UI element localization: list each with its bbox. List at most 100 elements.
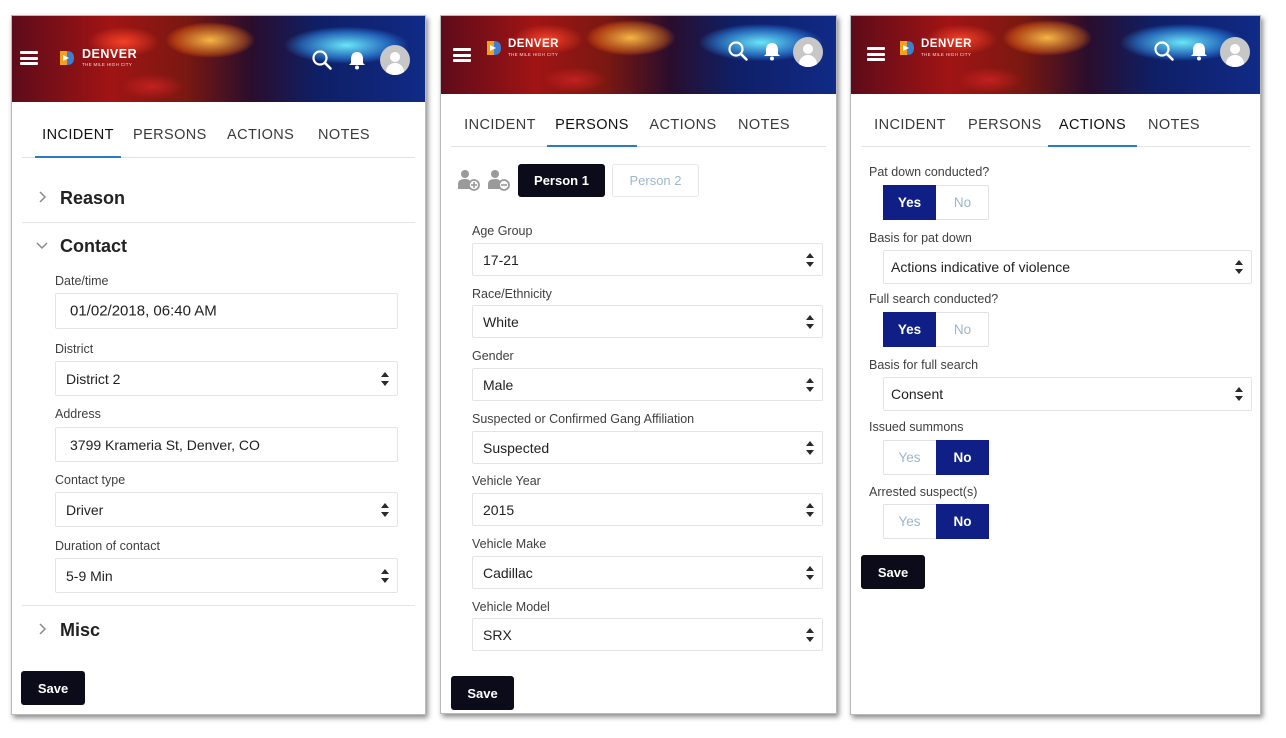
district-value: District 2 [66,370,121,387]
gender-value: Male [483,376,514,393]
arrested-yes-button[interactable]: Yes [883,504,936,539]
tab-notes[interactable]: NOTES [1147,106,1201,146]
menu-icon[interactable] [867,47,885,61]
denver-logo-icon [60,51,74,65]
main-tabs: INCIDENT PERSONS ACTIONS NOTES [861,106,1250,147]
person-1-tab[interactable]: Person 1 [518,164,605,197]
vehicle-model-select[interactable]: SRX [472,618,823,651]
tab-persons[interactable]: PERSONS [968,106,1041,146]
person-2-tab[interactable]: Person 2 [612,164,699,197]
select-arrows-icon [806,252,814,267]
pat-down-toggle: Yes No [883,185,989,220]
duration-label: Duration of contact [55,539,160,553]
full-search-basis-select[interactable]: Consent [883,377,1252,411]
search-icon[interactable] [727,40,749,62]
age-group-value: 17-21 [483,251,519,268]
brand-name: DENVER [82,47,138,61]
save-button[interactable]: Save [451,676,514,710]
date-time-label: Date/time [55,274,109,288]
address-input[interactable]: 3799 Krameria St, Denver, CO [55,427,398,462]
save-button[interactable]: Save [861,555,925,589]
full-search-no-button[interactable]: No [936,312,989,347]
add-person-icon[interactable] [457,168,481,192]
select-arrows-icon [806,502,814,517]
denver-logo-icon [900,41,914,55]
divider [22,222,415,223]
vehicle-year-value: 2015 [483,501,515,518]
pat-down-no-button[interactable]: No [936,185,989,220]
gang-affiliation-select[interactable]: Suspected [472,431,823,464]
user-avatar-icon[interactable] [793,37,823,67]
bell-icon[interactable] [761,40,783,62]
user-avatar-icon[interactable] [380,45,410,75]
bell-icon[interactable] [346,49,368,71]
tab-incident[interactable]: INCIDENT [35,116,121,158]
vehicle-make-label: Vehicle Make [472,537,547,551]
pat-down-basis-select[interactable]: Actions indicative of violence [883,250,1252,284]
district-label: District [55,342,94,356]
duration-value: 5-9 Min [66,567,113,584]
duration-select[interactable]: 5-9 Min [55,558,398,593]
gender-select[interactable]: Male [472,368,823,401]
chevron-right-icon [39,191,47,203]
vehicle-make-select[interactable]: Cadillac [472,556,823,589]
section-reason-header[interactable]: Reason [22,188,415,212]
summons-no-button[interactable]: No [936,440,989,475]
tab-incident[interactable]: INCIDENT [874,106,946,146]
save-button[interactable]: Save [21,671,85,705]
select-arrows-icon [806,565,814,580]
user-avatar-icon[interactable] [1220,37,1250,67]
tab-actions[interactable]: ACTIONS [227,116,294,157]
pat-down-label: Pat down conducted? [869,165,990,179]
district-select[interactable]: District 2 [55,361,398,396]
race-ethnicity-select[interactable]: White [472,305,823,338]
actions-screen: DENVER THE MILE HIGH CITY INCIDENT PERSO… [850,15,1261,715]
tab-notes[interactable]: NOTES [317,116,371,157]
pat-down-yes-button[interactable]: Yes [883,185,936,220]
select-arrows-icon [1235,387,1243,401]
app-header: DENVER THE MILE HIGH CITY [12,16,425,102]
vehicle-model-value: SRX [483,626,512,643]
summons-toggle: Yes No [883,440,989,475]
contact-type-value: Driver [66,501,104,518]
tab-notes[interactable]: NOTES [737,106,791,146]
menu-icon[interactable] [20,51,38,65]
incident-screen: DENVER THE MILE HIGH CITY INCIDENT PERSO… [11,15,426,715]
bell-icon[interactable] [1188,40,1210,62]
arrested-no-button[interactable]: No [936,504,989,539]
summons-yes-button[interactable]: Yes [883,440,936,475]
full-search-label: Full search conducted? [869,292,999,306]
full-search-yes-button[interactable]: Yes [883,312,936,347]
pat-down-basis-label: Basis for pat down [869,231,972,245]
select-arrows-icon [806,314,814,329]
summons-label: Issued summons [869,420,964,434]
main-tabs: INCIDENT PERSONS ACTIONS NOTES [451,106,826,147]
section-misc-title: Misc [60,620,101,640]
race-ethnicity-value: White [483,313,519,330]
tab-actions[interactable]: ACTIONS [648,106,718,146]
search-icon[interactable] [1153,40,1175,62]
search-icon[interactable] [311,49,333,71]
arrested-toggle: Yes No [883,504,989,539]
date-time-value: 01/02/2018, 06:40 AM [70,302,217,320]
tab-persons[interactable]: PERSONS [547,106,637,147]
divider [22,605,415,606]
tab-incident[interactable]: INCIDENT [464,106,536,146]
gender-label: Gender [472,349,514,363]
section-contact-header[interactable]: Contact [22,236,415,260]
brand-name: DENVER [508,38,559,50]
vehicle-year-select[interactable]: 2015 [472,493,823,526]
brand-tagline: THE MILE HIGH CITY [921,52,972,57]
app-header: DENVER THE MILE HIGH CITY [441,16,836,94]
age-group-select[interactable]: 17-21 [472,243,823,276]
tab-actions[interactable]: ACTIONS [1048,106,1137,147]
contact-type-select[interactable]: Driver [55,492,398,527]
persons-screen: DENVER THE MILE HIGH CITY INCIDENT PERSO… [440,15,837,714]
select-arrows-icon [381,371,389,386]
tab-persons[interactable]: PERSONS [133,116,206,157]
section-misc-header[interactable]: Misc [22,620,415,644]
date-time-input[interactable]: 01/02/2018, 06:40 AM [55,293,398,329]
pat-down-basis-value: Actions indicative of violence [891,259,1070,275]
menu-icon[interactable] [453,48,471,62]
remove-person-icon[interactable] [487,168,511,192]
